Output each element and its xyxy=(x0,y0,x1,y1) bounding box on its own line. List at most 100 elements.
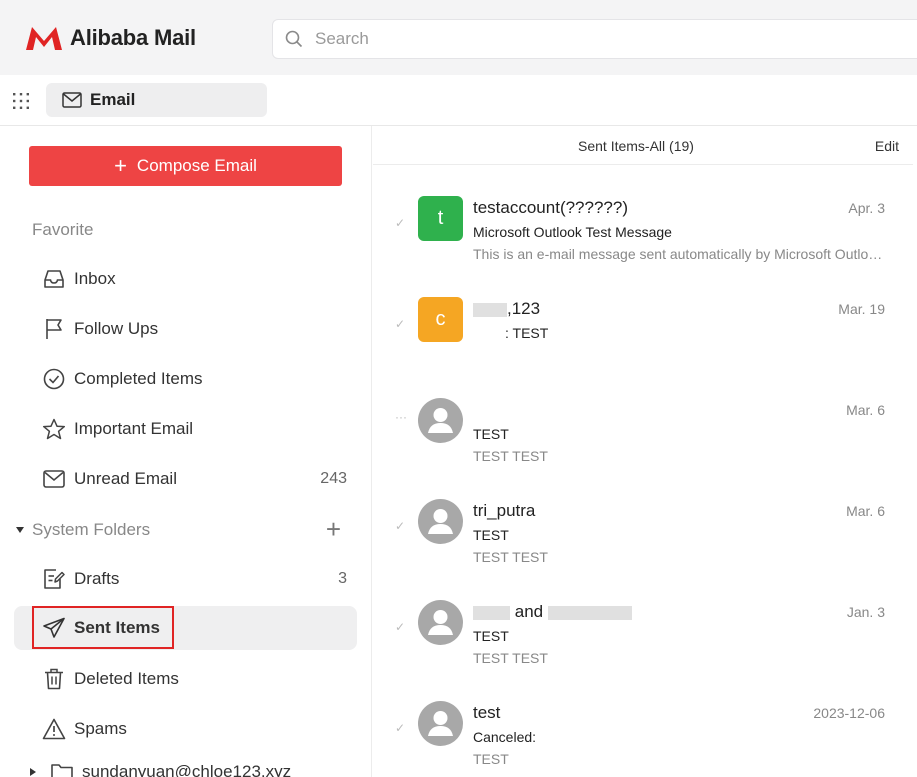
message-item[interactable]: ✓ tri_putra Mar. 6 TEST TEST TEST xyxy=(373,497,913,597)
redacted-block xyxy=(473,302,507,317)
check-icon[interactable]: ✓ xyxy=(395,317,405,331)
unread-count: 243 xyxy=(320,470,347,487)
message-sender-text: ,123 xyxy=(507,299,541,318)
message-item[interactable]: ··· Mar. 6 TEST TEST TEST xyxy=(373,396,913,496)
sidebar-item-drafts[interactable]: Drafts 3 xyxy=(14,557,357,601)
tab-email[interactable]: Email xyxy=(46,83,267,117)
person-icon xyxy=(428,509,453,534)
sidebar-item-deleted-items[interactable]: Deleted Items xyxy=(14,657,357,701)
check-icon[interactable]: ✓ xyxy=(395,620,405,634)
check-icon[interactable]: ✓ xyxy=(395,721,405,735)
message-date: Mar. 6 xyxy=(846,503,885,519)
avatar: c xyxy=(418,297,463,342)
message-preview: TEST TEST xyxy=(473,549,548,565)
caret-right-icon xyxy=(30,768,40,776)
sidebar-item-label: Important Email xyxy=(74,419,194,438)
sidebar-item-label: Inbox xyxy=(74,269,116,288)
message-subject: Canceled: xyxy=(473,729,537,745)
avatar: t xyxy=(418,196,463,241)
drafts-count: 3 xyxy=(338,570,347,587)
message-date: Mar. 19 xyxy=(838,301,885,317)
sidebar-item-completed-items[interactable]: Completed Items xyxy=(14,357,357,401)
message-item[interactable]: ✓ test 2023-12-06 Canceled: TEST xyxy=(373,699,913,777)
avatar-placeholder xyxy=(418,600,463,645)
app-logo[interactable]: Alibaba Mail xyxy=(24,24,196,52)
edit-button[interactable]: Edit xyxy=(875,138,899,154)
apps-grid-icon[interactable] xyxy=(12,92,30,110)
check-circle-icon xyxy=(42,367,66,391)
warning-icon xyxy=(42,717,66,741)
folder-icon xyxy=(50,760,74,777)
sidebar-item-inbox[interactable]: Inbox xyxy=(14,257,357,301)
check-icon[interactable]: ✓ xyxy=(395,216,405,230)
message-preview: TEST TEST xyxy=(473,448,548,464)
sidebar-item-label: Unread Email xyxy=(74,469,177,488)
drafts-icon xyxy=(42,567,66,591)
message-preview: This is an e-mail message sent automatic… xyxy=(473,246,883,262)
check-icon[interactable]: ✓ xyxy=(395,519,405,533)
search-icon xyxy=(285,30,303,48)
message-sender: test xyxy=(473,703,501,722)
message-sender: and xyxy=(473,602,632,622)
message-date: Jan. 3 xyxy=(846,604,885,620)
plus-icon: + xyxy=(114,153,127,178)
sidebar-item-account-folder[interactable]: sundanyuan@chloe123.xyz xyxy=(14,757,357,777)
avatar-placeholder xyxy=(418,701,463,746)
system-folders-title: System Folders xyxy=(32,520,151,539)
sidebar-item-spams[interactable]: Spams xyxy=(14,707,357,751)
favorite-section-title: Favorite xyxy=(32,220,94,239)
person-icon xyxy=(428,711,453,736)
redacted-block xyxy=(473,605,510,620)
trash-icon xyxy=(42,667,66,691)
message-item[interactable]: ✓ and Jan. 3 TEST TEST TEST xyxy=(373,598,913,698)
envelope-icon xyxy=(62,92,82,108)
redacted-block xyxy=(547,605,632,620)
sidebar-item-label: Follow Ups xyxy=(74,319,159,338)
highlight-box xyxy=(32,606,174,649)
message-item[interactable]: ✓ t testaccount(??????) Apr. 3 Microsoft… xyxy=(373,194,913,294)
message-preview: TEST TEST xyxy=(473,650,548,666)
avatar-placeholder xyxy=(418,499,463,544)
compose-email-label: Compose Email xyxy=(136,156,257,175)
message-subject: : TEST xyxy=(505,325,549,341)
flag-icon xyxy=(42,317,66,341)
message-sender: tri_putra xyxy=(473,501,536,520)
compose-email-button[interactable]: + Compose Email xyxy=(29,146,342,186)
app-title: Alibaba Mail xyxy=(70,25,196,50)
message-subject: TEST xyxy=(473,628,509,644)
sidebar-item-unread-email[interactable]: Unread Email 243 xyxy=(14,457,357,501)
system-folders-toggle[interactable]: System Folders + xyxy=(14,514,357,544)
avatar-placeholder xyxy=(418,398,463,443)
sidebar-item-label: Drafts xyxy=(74,569,120,588)
tab-email-label: Email xyxy=(90,90,136,109)
message-date: Apr. 3 xyxy=(848,200,885,216)
message-list: Sent Items-All (19) Edit ✓ t testaccount… xyxy=(373,126,917,777)
add-folder-icon[interactable]: + xyxy=(326,514,341,545)
sidebar-item-label: Spams xyxy=(74,719,127,738)
message-list-header: Sent Items-All (19) Edit xyxy=(373,126,913,165)
sidebar-item-label: sundanyuan@chloe123.xyz xyxy=(82,762,292,777)
sidebar-item-follow-ups[interactable]: Follow Ups xyxy=(14,307,357,351)
star-icon xyxy=(42,417,66,441)
top-bar: Alibaba Mail Search xyxy=(0,0,917,75)
message-item[interactable]: ✓ c ,123 Mar. 19 : TEST xyxy=(373,295,913,395)
message-subject: Microsoft Outlook Test Message xyxy=(473,224,672,240)
message-preview: TEST xyxy=(473,751,509,767)
message-sender: ,123 xyxy=(473,299,540,319)
message-subject: TEST xyxy=(473,527,509,543)
person-icon xyxy=(428,408,453,433)
message-sender-text: and xyxy=(514,602,544,621)
message-date: 2023-12-06 xyxy=(813,705,885,721)
more-icon[interactable]: ··· xyxy=(395,410,407,424)
sidebar-item-sent-items[interactable]: Sent Items xyxy=(14,606,357,650)
envelope-icon xyxy=(42,467,66,491)
inbox-icon xyxy=(42,267,66,291)
message-date: Mar. 6 xyxy=(846,402,885,418)
list-title: Sent Items-All (19) xyxy=(578,138,694,154)
sidebar-item-important-email[interactable]: Important Email xyxy=(14,407,357,451)
message-subject: TEST xyxy=(473,426,509,442)
sidebar: + Compose Email Favorite Inbox Follow Up… xyxy=(0,126,372,777)
message-sender: testaccount(??????) xyxy=(473,198,628,217)
search-input[interactable]: Search xyxy=(272,19,917,59)
search-placeholder: Search xyxy=(315,29,369,48)
